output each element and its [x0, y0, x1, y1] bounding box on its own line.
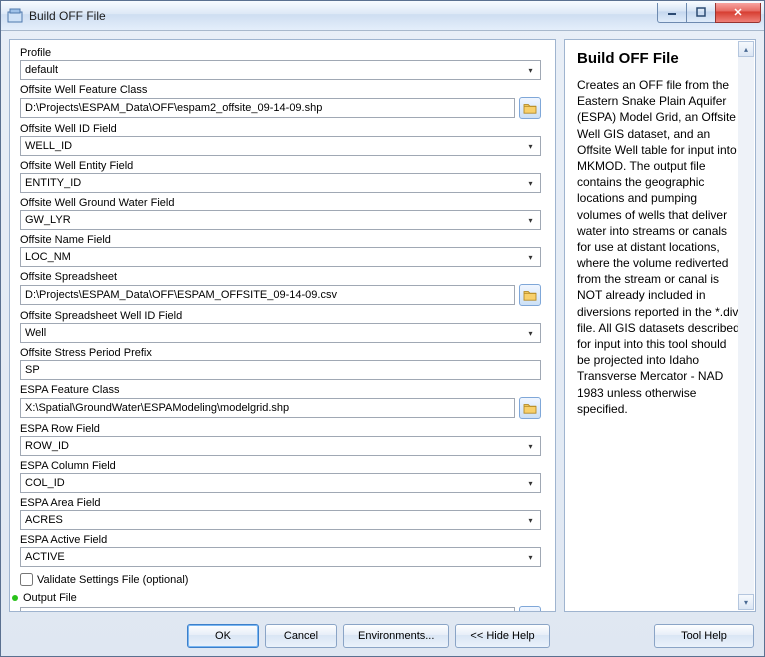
required-indicator-icon — [12, 595, 18, 601]
chevron-down-icon: ▾ — [523, 438, 538, 454]
chevron-down-icon: ▾ — [523, 175, 538, 191]
tool-help-button[interactable]: Tool Help — [654, 624, 754, 648]
espa-col-dropdown[interactable]: COL_ID ▾ — [20, 473, 541, 493]
profile-label: Profile — [20, 46, 541, 60]
espa-row-dropdown[interactable]: ROW_ID ▾ — [20, 436, 541, 456]
ok-button[interactable]: OK — [187, 624, 259, 648]
button-bar: OK Cancel Environments... << Hide Help T… — [1, 620, 764, 656]
chevron-down-icon: ▾ — [523, 475, 538, 491]
offsite-sheet-id-dropdown[interactable]: Well ▾ — [20, 323, 541, 343]
offsite-name-dropdown[interactable]: LOC_NM ▾ — [20, 247, 541, 267]
content-area: Profile default ▾ Offsite Well Feature C… — [1, 31, 764, 620]
window-controls — [658, 3, 764, 23]
espa-active-value: ACTIVE — [25, 551, 65, 563]
chevron-down-icon: ▾ — [523, 512, 538, 528]
offsite-entity-label: Offsite Well Entity Field — [20, 159, 541, 173]
help-scrollbar[interactable]: ▴ ▾ — [738, 41, 754, 610]
espa-active-dropdown[interactable]: ACTIVE ▾ — [20, 547, 541, 567]
offsite-name-label: Offsite Name Field — [20, 233, 541, 247]
espa-fc-input[interactable] — [20, 398, 515, 418]
offsite-sheet-label: Offsite Spreadsheet — [20, 270, 541, 284]
scroll-track[interactable] — [738, 57, 754, 594]
espa-row-value: ROW_ID — [25, 440, 69, 452]
validate-label: Validate Settings File (optional) — [37, 574, 188, 586]
browse-button[interactable] — [519, 397, 541, 419]
chevron-down-icon: ▾ — [523, 325, 538, 341]
offsite-id-label: Offsite Well ID Field — [20, 122, 541, 136]
help-title: Build OFF File — [577, 50, 743, 67]
minimize-button[interactable] — [657, 3, 687, 23]
espa-area-label: ESPA Area Field — [20, 496, 541, 510]
offsite-fc-label: Offsite Well Feature Class — [20, 83, 541, 97]
chevron-down-icon: ▾ — [523, 138, 538, 154]
offsite-gw-label: Offsite Well Ground Water Field — [20, 196, 541, 210]
stress-prefix-label: Offsite Stress Period Prefix — [20, 346, 541, 360]
window-title: Build OFF File — [29, 9, 658, 23]
browse-button[interactable] — [519, 97, 541, 119]
dialog-window: Build OFF File Profile default ▾ Offsite… — [0, 0, 765, 657]
offsite-entity-dropdown[interactable]: ENTITY_ID ▾ — [20, 173, 541, 193]
offsite-id-dropdown[interactable]: WELL_ID ▾ — [20, 136, 541, 156]
espa-area-value: ACRES — [25, 514, 63, 526]
profile-value: default — [25, 64, 58, 76]
app-icon — [7, 8, 23, 24]
offsite-id-value: WELL_ID — [25, 140, 72, 152]
browse-button[interactable] — [519, 606, 541, 612]
offsite-gw-dropdown[interactable]: GW_LYR ▾ — [20, 210, 541, 230]
chevron-down-icon: ▾ — [523, 549, 538, 565]
output-label: Output File — [23, 592, 77, 604]
browse-button[interactable] — [519, 284, 541, 306]
offsite-fc-input[interactable] — [20, 98, 515, 118]
help-panel: Build OFF File Creates an OFF file from … — [564, 39, 756, 612]
titlebar: Build OFF File — [1, 1, 764, 31]
espa-col-label: ESPA Column Field — [20, 459, 541, 473]
offsite-sheet-input[interactable] — [20, 285, 515, 305]
output-file-input[interactable] — [20, 607, 515, 612]
form-panel: Profile default ▾ Offsite Well Feature C… — [9, 39, 556, 612]
espa-area-dropdown[interactable]: ACRES ▾ — [20, 510, 541, 530]
profile-dropdown[interactable]: default ▾ — [20, 60, 541, 80]
scroll-down-icon[interactable]: ▾ — [738, 594, 754, 610]
hide-help-button[interactable]: << Hide Help — [455, 624, 549, 648]
espa-active-label: ESPA Active Field — [20, 533, 541, 547]
help-body: Creates an OFF file from the Eastern Sna… — [577, 77, 743, 417]
validate-checkbox[interactable] — [20, 573, 33, 586]
espa-row-label: ESPA Row Field — [20, 422, 541, 436]
stress-prefix-input[interactable] — [20, 360, 541, 380]
maximize-button[interactable] — [686, 3, 716, 23]
offsite-sheet-id-label: Offsite Spreadsheet Well ID Field — [20, 309, 541, 323]
offsite-sheet-id-value: Well — [25, 327, 46, 339]
chevron-down-icon: ▾ — [523, 212, 538, 228]
offsite-gw-value: GW_LYR — [25, 214, 71, 226]
offsite-name-value: LOC_NM — [25, 251, 71, 263]
close-button[interactable] — [715, 3, 761, 23]
scroll-up-icon[interactable]: ▴ — [738, 41, 754, 57]
cancel-button[interactable]: Cancel — [265, 624, 337, 648]
environments-button[interactable]: Environments... — [343, 624, 449, 648]
chevron-down-icon: ▾ — [523, 62, 538, 78]
espa-col-value: COL_ID — [25, 477, 65, 489]
chevron-down-icon: ▾ — [523, 249, 538, 265]
offsite-entity-value: ENTITY_ID — [25, 177, 81, 189]
espa-fc-label: ESPA Feature Class — [20, 383, 541, 397]
